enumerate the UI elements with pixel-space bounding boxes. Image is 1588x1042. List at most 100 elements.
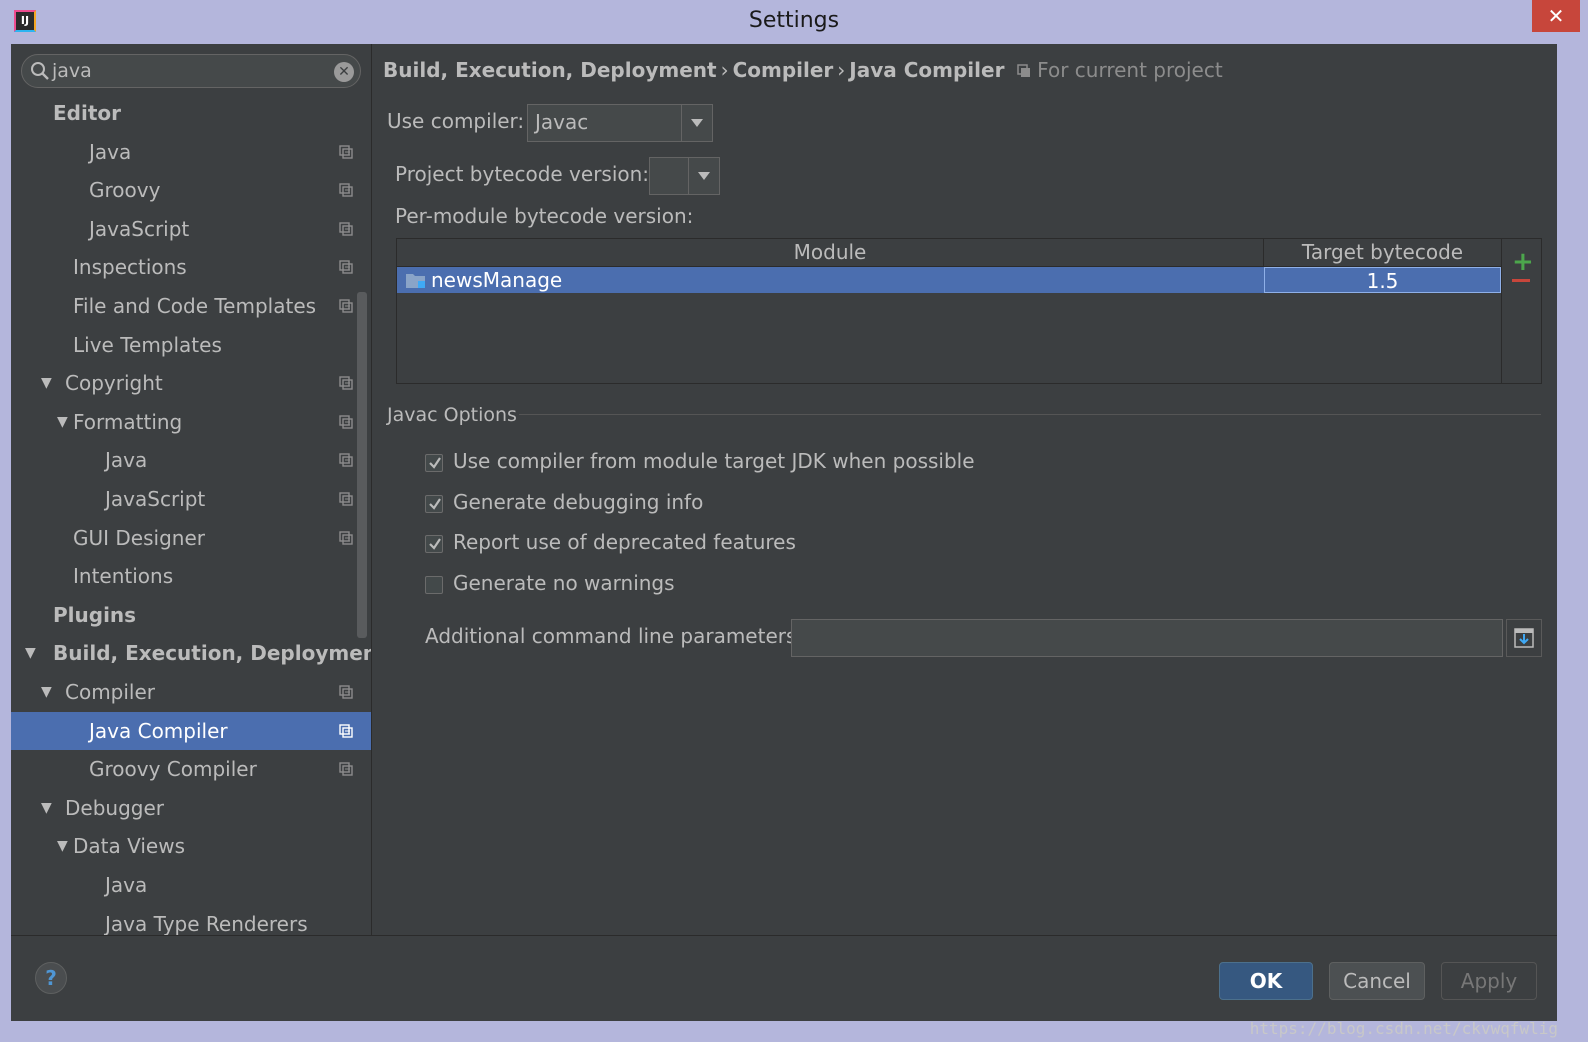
sidebar-item[interactable]: Live Templates [11,326,371,364]
project-scope-icon [339,492,353,506]
expand-arrow-icon[interactable]: ▼ [57,827,68,865]
expand-editor-icon [1514,628,1534,648]
project-scope-icon [339,260,353,275]
table-row[interactable]: newsManage 1.5 [397,267,1501,293]
apply-button[interactable]: Apply [1441,962,1537,1000]
title-bar: IJ Settings ✕ [0,0,1588,44]
project-scope-icon [339,144,353,159]
column-header-target-version[interactable]: Target bytecode version [1264,239,1501,291]
breadcrumb-separator: › [837,58,846,82]
group-divider [519,414,1541,415]
project-scope-icon [339,530,353,545]
sidebar-item-label: Live Templates [73,332,222,357]
project-scope-icon [339,762,353,776]
column-header-module[interactable]: Module [397,239,1264,267]
breadcrumb-scope: For current project [1037,58,1223,82]
sidebar-item-label: Java [89,139,132,164]
sidebar-item-label: Groovy [89,178,161,203]
dialog-button-bar: ? OK Cancel Apply [11,935,1557,1021]
checkmark-icon [429,538,441,550]
cancel-button[interactable]: Cancel [1329,962,1425,1000]
sidebar-item[interactable]: ▼ Build, Execution, Deployment [11,634,371,672]
chevron-down-icon[interactable] [688,158,719,194]
ok-button[interactable]: OK [1219,962,1313,1000]
breadcrumb-item-build: Build, Execution, Deployment [383,58,717,82]
project-scope-icon [1017,64,1030,77]
settings-dialog: java ✕ Editor Java Groovy JavaScript Inspect… [11,44,1557,1021]
sidebar-item-label: Java Type Renderers [105,911,308,935]
sidebar-item[interactable]: Java [11,866,371,904]
sidebar-item[interactable]: Java [11,133,371,171]
sidebar-item-label: Debugger [65,795,164,820]
checkmark-icon [429,457,441,469]
settings-search-field[interactable]: java ✕ [21,54,361,88]
checkbox-control[interactable] [425,454,443,472]
sidebar-item[interactable]: ▼ Debugger [11,789,371,827]
window-title: Settings [748,8,840,33]
checkbox-control[interactable] [425,535,443,553]
use-compiler-label: Use compiler: [387,109,525,133]
expand-arrow-icon[interactable]: ▼ [41,364,52,402]
sidebar-item[interactable]: Java Type Renderers [11,905,371,935]
sidebar-item[interactable]: ▼ Compiler [11,673,371,711]
additional-params-input[interactable] [791,619,1503,657]
sidebar-item[interactable]: Groovy [11,171,371,209]
sidebar-item[interactable]: JavaScript [11,210,371,248]
search-input[interactable]: java [52,60,92,82]
sidebar-item[interactable]: Java [11,441,371,479]
settings-sidebar: java ✕ Editor Java Groovy JavaScript Inspect… [11,44,372,935]
project-bytecode-combo[interactable] [649,157,720,195]
help-button[interactable]: ? [35,962,67,994]
sidebar-item[interactable]: Groovy Compiler [11,750,371,788]
breadcrumb-item-java-compiler: Java Compiler [849,58,1005,82]
watermark: https://blog.csdn.net/ckvwqfwlig [1249,1019,1558,1038]
use-compiler-combo[interactable]: Javac [527,104,713,142]
project-scope-icon [339,299,353,313]
sidebar-item[interactable]: Java Compiler [11,711,371,750]
project-bytecode-label: Project bytecode version: [395,162,650,186]
sidebar-item-label: JavaScript [89,216,190,241]
sidebar-item[interactable]: ▼ Formatting [11,403,371,441]
sidebar-item[interactable]: ▼ Copyright [11,364,371,402]
close-button[interactable]: ✕ [1532,0,1580,32]
add-icon[interactable]: + [1512,249,1534,275]
sidebar-item[interactable]: GUI Designer [11,519,371,557]
sidebar-item-label: Build, Execution, Deployment [53,641,372,666]
sidebar-item[interactable]: Plugins [11,596,371,634]
chevron-down-icon[interactable] [681,105,712,141]
sidebar-item-label: GUI Designer [73,525,205,550]
clear-search-icon[interactable]: ✕ [334,62,354,82]
sidebar-item[interactable]: JavaScript [11,480,371,518]
target-version-cell[interactable]: 1.5 [1264,267,1501,293]
expand-arrow-icon[interactable]: ▼ [41,673,52,711]
sidebar-item[interactable]: Inspections [11,248,371,286]
expand-arrow-icon[interactable]: ▼ [25,634,36,672]
sidebar-item-label: Compiler [65,680,156,704]
checkbox-control[interactable] [425,495,443,513]
expand-arrow-icon[interactable]: ▼ [41,789,52,827]
sidebar-item-label: Java Compiler [89,718,228,743]
checkbox-label: Use compiler from module target JDK when… [453,449,975,473]
sidebar-item[interactable]: File and Code Templates [11,287,371,325]
settings-content: Build, Execution, Deployment › Compiler › Ja… [373,44,1557,935]
checkmark-icon [429,498,441,510]
expand-arrow-icon[interactable]: ▼ [57,403,68,441]
sidebar-item-label: Copyright [65,371,163,396]
remove-icon[interactable] [1512,279,1530,282]
module-name-cell[interactable]: newsManage [431,267,562,293]
sidebar-item[interactable]: Editor [11,94,371,132]
project-scope-icon [339,415,353,429]
sidebar-item[interactable]: ▼ Data Views [11,827,371,865]
sidebar-item-label: Formatting [73,409,183,434]
project-scope-icon [339,723,353,738]
sidebar-item-label: Java [105,873,148,897]
table-toolbar: + [1502,238,1542,384]
sidebar-item-label: JavaScript [105,487,206,511]
breadcrumb-item-compiler: Compiler [732,58,834,82]
sidebar-scrollbar-thumb[interactable] [357,292,367,638]
additional-params-label: Additional command line parameters: [425,624,804,648]
checkbox-label: Report use of deprecated features [453,530,796,554]
checkbox-control[interactable] [425,576,443,594]
sidebar-item[interactable]: Intentions [11,557,371,595]
expand-field-button[interactable] [1506,619,1542,657]
